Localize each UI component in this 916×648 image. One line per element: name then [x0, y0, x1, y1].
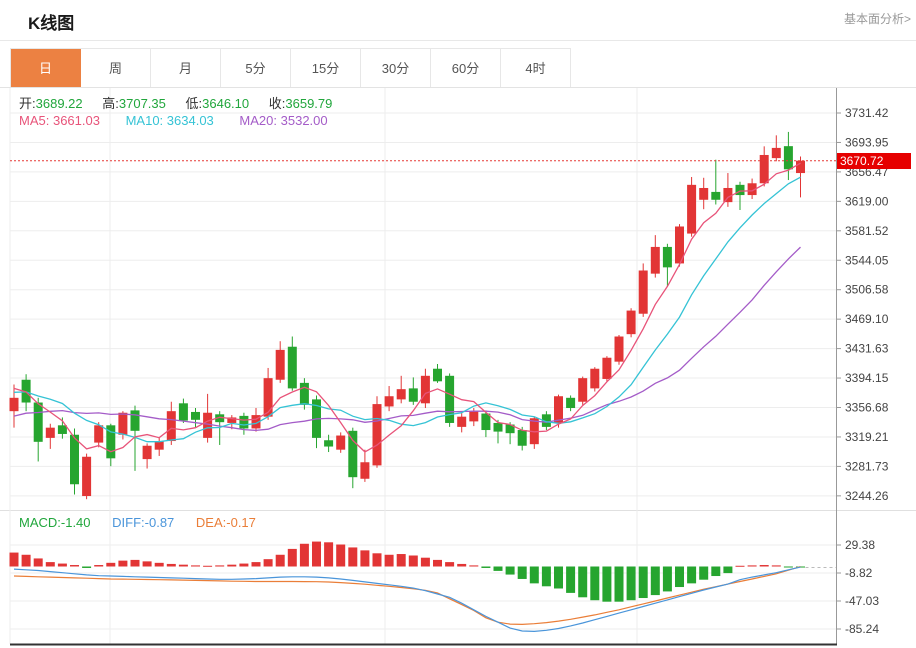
low-value: 低:3646.10 [186, 96, 250, 111]
high-value: 高:3707.35 [102, 96, 166, 111]
ohlc-info-row: 开:3689.22 高:3707.35 低:3646.10 收:3659.79 [19, 93, 348, 112]
svg-text:3356.68: 3356.68 [845, 401, 889, 415]
svg-text:3731.42: 3731.42 [845, 106, 889, 120]
ma10-value: MA10: 3634.03 [126, 113, 214, 128]
ma5-value: MA5: 3661.03 [19, 113, 100, 128]
ma-info-row: MA5: 3661.03 MA10: 3634.03 MA20: 3532.00 [19, 113, 350, 128]
svg-text:3581.52: 3581.52 [845, 224, 889, 238]
svg-text:3244.26: 3244.26 [845, 489, 889, 503]
svg-text:3506.58: 3506.58 [845, 283, 889, 297]
dea-value: DEA:-0.17 [196, 515, 256, 530]
ma20-value: MA20: 3532.00 [239, 113, 327, 128]
svg-text:3693.95: 3693.95 [845, 135, 889, 149]
macd-value: MACD:-1.40 [19, 515, 91, 530]
svg-text:3281.73: 3281.73 [845, 459, 889, 473]
svg-text:3619.00: 3619.00 [845, 194, 889, 208]
svg-text:-85.24: -85.24 [845, 622, 879, 636]
svg-text:3544.05: 3544.05 [845, 253, 889, 267]
open-value: 开:3689.22 [19, 96, 83, 111]
macd-info-row: MACD:-1.40 DIFF:-0.87 DEA:-0.17 [19, 515, 274, 530]
svg-text:-8.82: -8.82 [845, 566, 873, 580]
svg-text:3394.15: 3394.15 [845, 371, 889, 385]
diff-value: DIFF:-0.87 [112, 515, 174, 530]
svg-text:29.38: 29.38 [845, 538, 875, 552]
svg-text:3431.63: 3431.63 [845, 342, 889, 356]
close-value: 收:3659.79 [269, 96, 333, 111]
svg-text:3469.10: 3469.10 [845, 312, 889, 326]
svg-text:-47.03: -47.03 [845, 594, 879, 608]
last-price-tag: 3670.72 [837, 153, 911, 169]
svg-text:3319.21: 3319.21 [845, 430, 889, 444]
